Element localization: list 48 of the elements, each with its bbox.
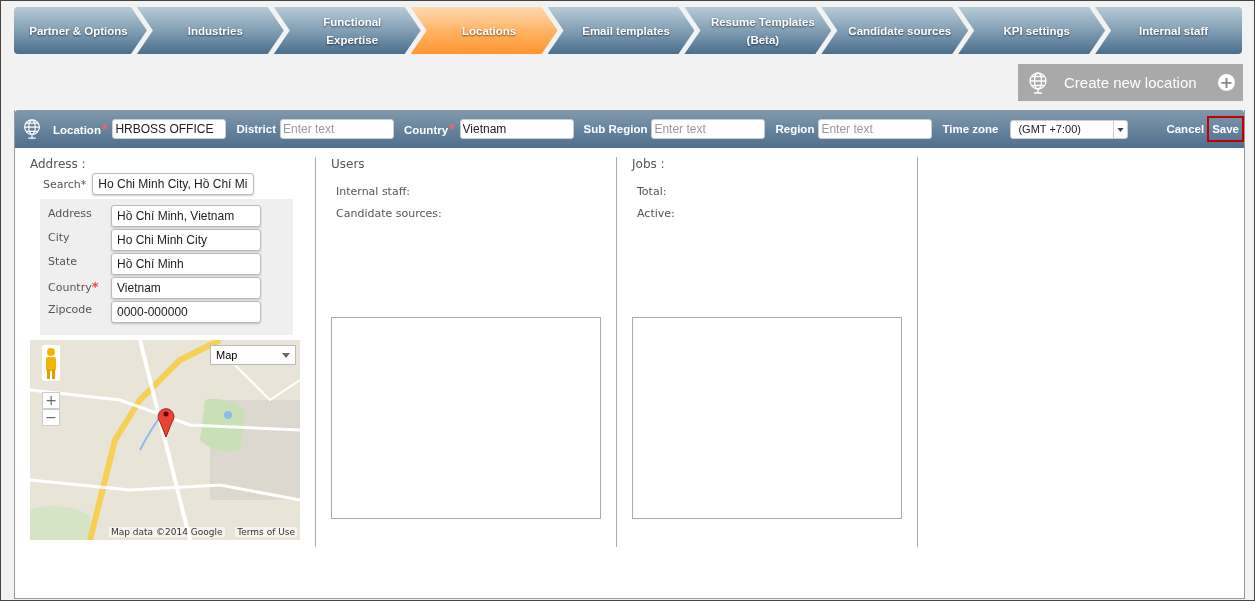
plus-icon: + [1218, 74, 1235, 91]
field-label: Sub Region [583, 123, 648, 135]
cancel-button[interactable]: Cancel [1163, 119, 1208, 139]
field-label: Location* [53, 121, 109, 137]
field-label: Region [775, 123, 815, 135]
info-label: Internal staff: [336, 185, 411, 198]
input-field[interactable]: Hồ Chí Minh [111, 253, 261, 275]
globe-icon [21, 118, 43, 140]
input-field[interactable]: Hồ Chí Minh, Vietnam [111, 205, 261, 227]
field-label: City [48, 230, 71, 244]
field-label: Country* [404, 121, 456, 137]
globe-icon [1026, 70, 1050, 95]
section-title: Jobs : [632, 157, 666, 171]
field-label: Time zone [942, 123, 999, 135]
info-label: Total: [637, 185, 668, 198]
section-title: Address : [30, 157, 87, 171]
field-label: Zipcode [48, 302, 94, 316]
field-label: Address [48, 206, 93, 220]
field-label: District [236, 123, 276, 135]
input-field[interactable]: Enter text [280, 119, 394, 139]
terms-link[interactable]: Terms of Use [235, 527, 297, 537]
field-label: State [48, 254, 79, 268]
field-label: Country* [48, 278, 100, 294]
input-field[interactable]: Vietnam [111, 277, 261, 299]
search-field[interactable]: Ho Chi Minh City, Hồ Chí Mi [92, 173, 255, 195]
zoom-in-button[interactable]: + [42, 392, 60, 409]
person-icon [42, 345, 60, 381]
section-title: Users [331, 157, 366, 171]
step-tab[interactable]: Candidate sources [821, 7, 969, 54]
input-field[interactable]: 0000-000000 [111, 301, 261, 323]
map-pin-icon [157, 406, 175, 438]
input-field[interactable]: Enter text [818, 119, 933, 139]
step-tab[interactable]: Resume Templates (Beta) [684, 7, 832, 54]
input-field[interactable]: Enter text [651, 119, 766, 139]
input-field[interactable]: Ho Chi Minh City [111, 229, 261, 251]
save-button[interactable]: Save [1207, 116, 1244, 142]
info-label: Candidate sources: [336, 207, 443, 220]
create-location-button[interactable]: Create new location + [1018, 64, 1243, 101]
caret-icon [282, 352, 290, 358]
time-zone-select[interactable]: (GMT +7:00) [1010, 119, 1129, 139]
zoom-out-button[interactable]: − [42, 409, 60, 426]
input-field[interactable]: HRBOSS OFFICE [112, 119, 227, 139]
map-type-select[interactable]: Map [210, 345, 296, 365]
field-label: Search* [43, 177, 87, 191]
map-attribution: Map data ©2014 Google [109, 527, 225, 537]
info-label: Active: [637, 207, 676, 220]
step-tab[interactable]: Functional Expertise [273, 7, 421, 54]
input-field[interactable]: Vietnam [459, 119, 574, 139]
